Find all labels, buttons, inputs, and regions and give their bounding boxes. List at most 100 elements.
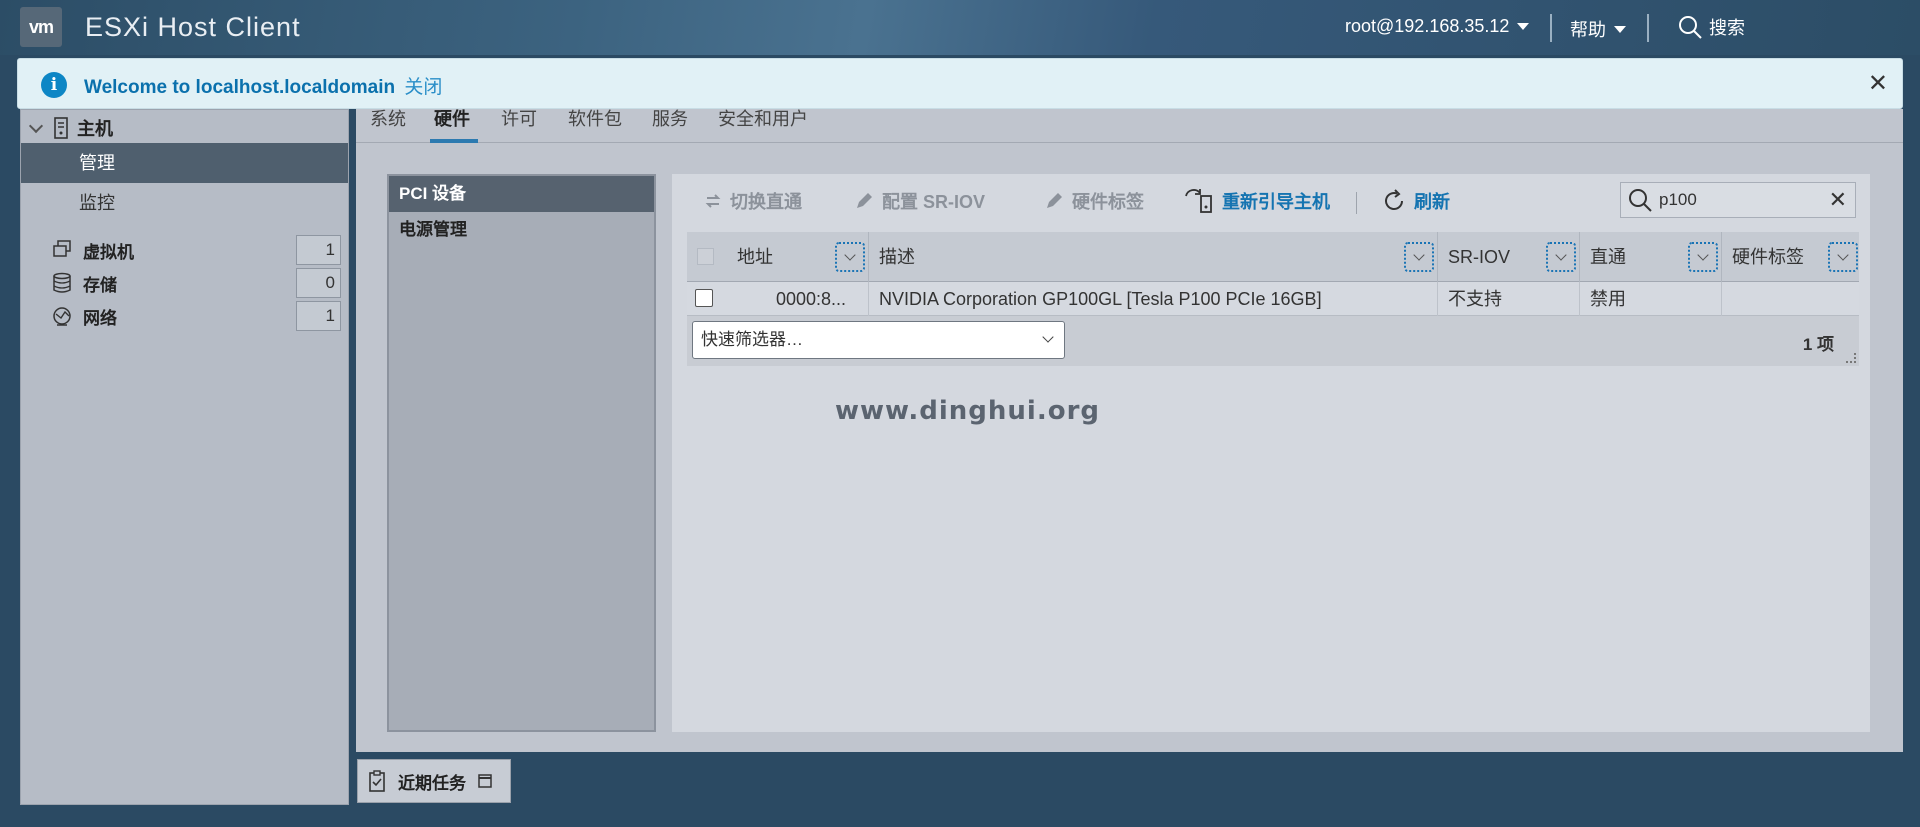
toggle-passthrough-button[interactable]: 切换直通 bbox=[704, 188, 802, 214]
clear-search-icon[interactable]: ✕ bbox=[1829, 187, 1847, 213]
column-header-description[interactable]: 描述 bbox=[869, 232, 1438, 282]
sidebar-item-monitor[interactable]: 监控 bbox=[21, 183, 348, 223]
navigator-panel: 主机 管理 监控 虚拟机 1 存储 0 网络 1 bbox=[20, 109, 349, 805]
tab-services[interactable]: 服务 bbox=[652, 109, 688, 143]
recent-tasks-label: 近期任务 bbox=[398, 773, 466, 793]
column-menu-icon[interactable] bbox=[1546, 242, 1576, 272]
table-row[interactable]: 0000:8... NVIDIA Corporation GP100GL [Te… bbox=[687, 282, 1859, 316]
pci-device-table: 地址 描述 SR-IOV 直通 硬件标签 0000:8... NVIDIA Co… bbox=[687, 232, 1859, 366]
cell-hardware-label bbox=[1722, 282, 1859, 316]
cell-description: NVIDIA Corporation GP100GL [Tesla P100 P… bbox=[869, 282, 1438, 316]
refresh-button[interactable]: 刷新 bbox=[1382, 188, 1450, 214]
reboot-host-button[interactable]: 重新引导主机 bbox=[1184, 188, 1330, 214]
tab-license[interactable]: 许可 bbox=[501, 109, 537, 143]
column-menu-icon[interactable] bbox=[1688, 242, 1718, 272]
subnav-pci-devices[interactable]: PCI 设备 bbox=[389, 176, 654, 212]
toolbar-divider bbox=[1356, 192, 1357, 214]
toggle-icon bbox=[705, 194, 721, 208]
column-title: 地址 bbox=[737, 247, 773, 267]
column-header-hardware-label[interactable]: 硬件标签 bbox=[1722, 232, 1859, 282]
watermark: www.dinghui.org bbox=[835, 396, 1101, 426]
vm-icon bbox=[53, 240, 71, 257]
app-title: ESXi Host Client bbox=[85, 12, 301, 42]
item-count: 1 项 bbox=[1802, 335, 1834, 354]
help-menu[interactable]: 帮助 bbox=[1570, 16, 1626, 42]
maximize-icon[interactable] bbox=[478, 774, 492, 788]
pci-devices-panel: 切换直通 配置 SR-IOV 硬件标签 重新引导主机 刷新 p100 ✕ 地址 … bbox=[672, 174, 1870, 732]
refresh-icon bbox=[1385, 189, 1403, 210]
count-badge: 0 bbox=[296, 268, 341, 298]
button-label: 重新引导主机 bbox=[1222, 192, 1330, 212]
hardware-label-button[interactable]: 硬件标签 bbox=[1044, 188, 1144, 214]
column-title: 直通 bbox=[1590, 247, 1626, 267]
network-icon bbox=[53, 307, 71, 326]
select-all-checkbox[interactable] bbox=[697, 248, 714, 265]
column-header-address[interactable]: 地址 bbox=[727, 232, 869, 282]
count-badge: 1 bbox=[296, 235, 341, 265]
user-label: root@192.168.35.12 bbox=[1345, 16, 1510, 36]
caret-down-icon bbox=[1517, 23, 1530, 30]
global-search[interactable]: 搜索 bbox=[1677, 14, 1745, 40]
filter-search-box[interactable]: ✕ bbox=[1620, 182, 1856, 218]
table-header: 地址 描述 SR-IOV 直通 硬件标签 bbox=[687, 232, 1859, 282]
recent-tasks-button[interactable]: 近期任务 bbox=[357, 759, 511, 803]
host-label: 主机 bbox=[77, 119, 113, 139]
row-checkbox[interactable] bbox=[695, 289, 713, 307]
subnav-power-management[interactable]: 电源管理 bbox=[389, 212, 654, 248]
quick-filter-select[interactable]: 快速筛选器… bbox=[692, 321, 1065, 359]
search-icon bbox=[1679, 16, 1702, 39]
column-header-passthrough[interactable]: 直通 bbox=[1580, 232, 1722, 282]
column-header-sriov[interactable]: SR-IOV bbox=[1438, 232, 1580, 282]
table-footer: 快速筛选器… 1 项 bbox=[687, 316, 1859, 366]
storage-icon bbox=[53, 272, 71, 293]
close-icon[interactable]: ✕ bbox=[1868, 69, 1888, 98]
clipboard-icon bbox=[369, 770, 385, 792]
welcome-banner: i Welcome to localhost.localdomain 关闭 ✕ bbox=[17, 58, 1903, 109]
top-header: vm ESXi Host Client root@192.168.35.12 帮… bbox=[0, 0, 1920, 55]
banner-close-link[interactable]: 关闭 bbox=[404, 77, 442, 98]
count-badge: 1 bbox=[296, 301, 341, 331]
sidebar-item-label: 网络 bbox=[83, 308, 117, 328]
info-icon: i bbox=[41, 72, 67, 98]
sidebar-item-manage[interactable]: 管理 bbox=[21, 143, 348, 183]
sidebar-item-label: 虚拟机 bbox=[83, 242, 134, 262]
tree-host-node[interactable]: 主机 bbox=[28, 115, 113, 141]
search-input[interactable] bbox=[1659, 190, 1809, 210]
tab-system[interactable]: 系统 bbox=[370, 109, 406, 143]
server-icon bbox=[54, 117, 68, 139]
header-divider bbox=[1647, 14, 1649, 42]
configure-sriov-button[interactable]: 配置 SR-IOV bbox=[854, 188, 985, 214]
cell-passthrough: 禁用 bbox=[1580, 282, 1722, 316]
column-title: 描述 bbox=[879, 247, 915, 267]
column-menu-icon[interactable] bbox=[835, 242, 865, 272]
tab-hardware[interactable]: 硬件 bbox=[430, 109, 478, 143]
pencil-icon bbox=[857, 193, 872, 208]
banner-text: Welcome to localhost.localdomain bbox=[84, 77, 396, 98]
reboot-host-icon bbox=[1185, 189, 1212, 213]
tab-packages[interactable]: 软件包 bbox=[568, 109, 622, 143]
chevron-down-icon bbox=[1042, 331, 1054, 343]
sidebar-item-vms[interactable]: 虚拟机 1 bbox=[51, 235, 341, 265]
button-label: 硬件标签 bbox=[1072, 192, 1144, 212]
tab-bar: 系统 硬件 许可 软件包 服务 安全和用户 bbox=[356, 109, 1903, 143]
column-menu-icon[interactable] bbox=[1404, 242, 1434, 272]
resize-grip-icon[interactable] bbox=[1846, 353, 1856, 363]
vmware-logo: vm bbox=[20, 7, 62, 47]
user-menu[interactable]: root@192.168.35.12 bbox=[1345, 16, 1530, 37]
search-label: 搜索 bbox=[1709, 18, 1745, 38]
button-label: 刷新 bbox=[1414, 192, 1450, 212]
column-menu-icon[interactable] bbox=[1828, 242, 1858, 272]
tab-security-users[interactable]: 安全和用户 bbox=[718, 109, 808, 143]
button-label: 配置 SR-IOV bbox=[882, 192, 986, 212]
cell-sriov: 不支持 bbox=[1438, 282, 1580, 316]
caret-down-icon bbox=[1614, 25, 1626, 33]
quick-filter-label: 快速筛选器… bbox=[701, 330, 803, 349]
chevron-down-icon[interactable] bbox=[28, 118, 44, 133]
column-title: SR-IOV bbox=[1448, 247, 1511, 267]
search-icon bbox=[1629, 189, 1652, 212]
sidebar-item-storage[interactable]: 存储 0 bbox=[51, 268, 341, 298]
button-label: 切换直通 bbox=[730, 192, 802, 212]
sidebar-item-network[interactable]: 网络 1 bbox=[51, 301, 341, 331]
sidebar-item-label: 存储 bbox=[83, 275, 117, 295]
banner-message: Welcome to localhost.localdomain 关闭 bbox=[84, 72, 442, 99]
